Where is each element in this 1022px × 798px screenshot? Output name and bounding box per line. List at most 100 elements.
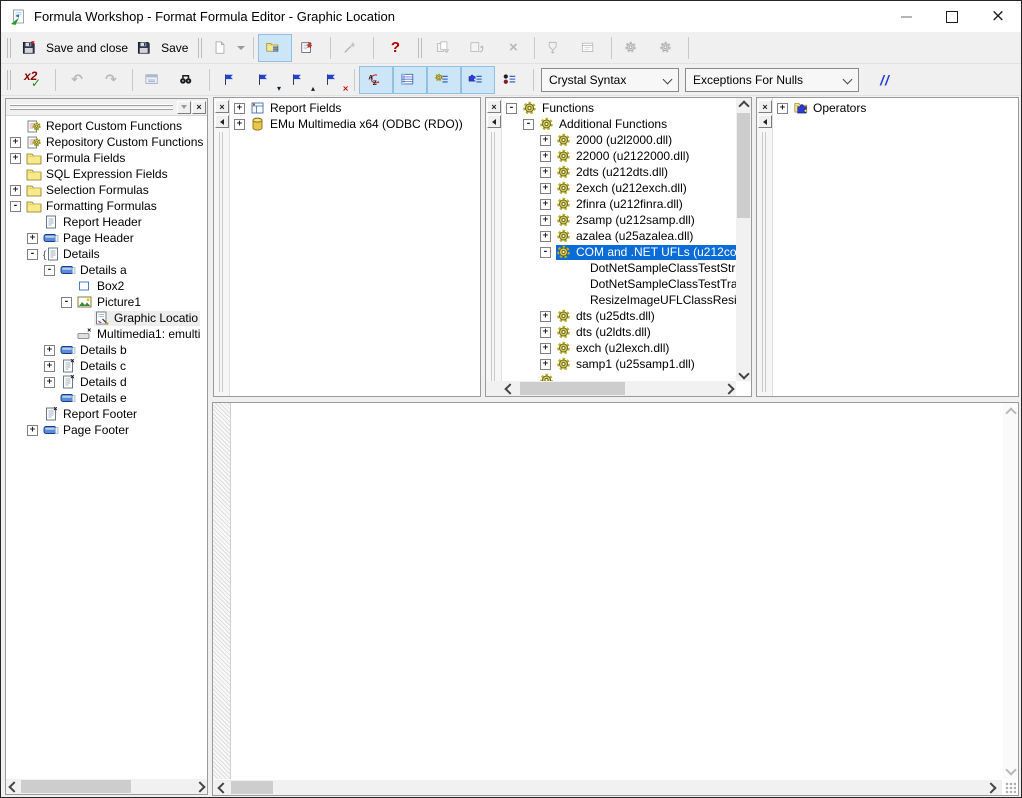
minimize-button[interactable] [883, 1, 929, 32]
expander-icon[interactable]: + [540, 151, 551, 162]
panel-close-button[interactable]: × [487, 100, 501, 113]
custom-function-button-2[interactable] [650, 34, 684, 62]
drag-grip[interactable] [219, 132, 223, 392]
workshop-tree-hscrollbar[interactable] [6, 779, 207, 794]
expander-icon[interactable]: + [540, 327, 551, 338]
scroll-left-arrow[interactable] [6, 779, 21, 794]
tree-row[interactable]: -Additional Functions [502, 116, 736, 132]
panel-collapse-button[interactable] [758, 115, 772, 128]
tree-row[interactable]: +Details c [6, 358, 207, 374]
tree-row-selected-inactive[interactable]: Graphic Locatio [6, 310, 207, 326]
rename-button[interactable] [462, 34, 496, 62]
null-handling-combo[interactable]: Exceptions For Nulls [685, 68, 859, 92]
tree-row[interactable]: -Details a [6, 262, 207, 278]
tree-row-clipped[interactable] [502, 372, 736, 381]
expander-icon[interactable]: + [540, 359, 551, 370]
tree-row[interactable]: Report Footer [6, 406, 207, 422]
sort-trees-button[interactable] [359, 66, 393, 94]
show-formula-button[interactable] [573, 34, 607, 62]
scroll-thumb[interactable] [737, 113, 750, 218]
tree-row[interactable]: +samp1 (u25samp1.dll) [502, 356, 736, 372]
expander-icon[interactable]: - [27, 249, 38, 260]
tree-row[interactable]: +2dts (u212dts.dll) [502, 164, 736, 180]
expander-icon[interactable]: + [540, 343, 551, 354]
functions-vscrollbar[interactable] [736, 98, 751, 381]
tree-row[interactable]: -Functions [502, 100, 736, 116]
scroll-thumb[interactable] [231, 781, 273, 794]
expander-icon[interactable]: + [44, 377, 55, 388]
new-formula-button[interactable] [208, 34, 249, 62]
tree-row[interactable]: +azalea (u25azalea.dll) [502, 228, 736, 244]
scroll-right-arrow[interactable] [721, 381, 736, 396]
tree-row[interactable]: SQL Expression Fields [6, 166, 207, 182]
panel-collapse-button[interactable] [487, 115, 501, 128]
scroll-up-arrow[interactable] [736, 98, 751, 113]
tree-row[interactable]: DotNetSampleClassTestStringL [502, 260, 736, 276]
scroll-right-arrow[interactable] [192, 779, 207, 794]
tree-row[interactable]: +Formula Fields [6, 150, 207, 166]
expander-icon[interactable]: + [234, 119, 245, 130]
add-to-repository-button[interactable] [539, 34, 573, 62]
find-button[interactable] [171, 66, 205, 94]
clear-bookmarks-button[interactable]: × [316, 66, 350, 94]
tree-row[interactable]: Report Custom Functions [6, 118, 207, 134]
tree-row[interactable]: +Details b [6, 342, 207, 358]
expander-icon[interactable]: + [540, 215, 551, 226]
expander-icon[interactable]: + [540, 199, 551, 210]
panel-close-button[interactable]: × [215, 100, 229, 113]
new-dropdown-arrow[interactable] [237, 46, 245, 50]
scroll-down-arrow[interactable] [1003, 762, 1018, 777]
tree-row[interactable]: Report Header [6, 214, 207, 230]
tree-row[interactable]: +Operators [773, 100, 1018, 116]
expander-icon[interactable]: - [506, 103, 517, 114]
tree-row[interactable]: +dts (u25dts.dll) [502, 308, 736, 324]
expander-icon[interactable]: + [234, 103, 245, 114]
expander-icon[interactable]: + [540, 167, 551, 178]
panel-collapse-button[interactable] [215, 115, 229, 128]
expander-icon[interactable]: + [10, 185, 21, 196]
tree-row[interactable]: +Report Fields [230, 100, 480, 116]
expander-icon[interactable]: + [777, 103, 788, 114]
scroll-thumb[interactable] [520, 382, 625, 395]
expander-icon[interactable]: - [61, 297, 72, 308]
next-bookmark-button[interactable]: ▾ [248, 66, 282, 94]
previous-bookmark-button[interactable]: ▴ [282, 66, 316, 94]
custom-function-button-1[interactable] [616, 34, 650, 62]
function-tree-toggle-button[interactable] [427, 66, 461, 94]
tree-row[interactable]: +2samp (u212samp.dll) [502, 212, 736, 228]
tree-row-selected[interactable]: -COM and .NET UFLs (u212com [502, 244, 736, 260]
expander-icon[interactable]: + [540, 135, 551, 146]
panel-menu-button[interactable] [177, 101, 191, 114]
panel-close-button[interactable]: × [758, 100, 772, 113]
syntax-combo[interactable]: Crystal Syntax [541, 68, 679, 92]
panel-close-button[interactable]: × [192, 101, 206, 114]
tree-row[interactable]: -Details [6, 246, 207, 262]
tree-row[interactable]: +2000 (u2l2000.dll) [502, 132, 736, 148]
browse-data-button[interactable] [137, 66, 171, 94]
tree-row[interactable]: Details e [6, 390, 207, 406]
expander-icon[interactable]: + [540, 231, 551, 242]
expander-icon[interactable]: - [523, 119, 534, 130]
expander-icon[interactable]: - [44, 265, 55, 276]
expander-icon[interactable]: + [10, 137, 21, 148]
save-and-close-button[interactable]: Save and close [17, 34, 132, 62]
redo-button[interactable]: ↷ [94, 66, 128, 94]
operator-tree-toggle-button[interactable] [461, 66, 495, 94]
tree-row[interactable]: +Details d [6, 374, 207, 390]
save-button[interactable]: Save [132, 34, 192, 62]
expander-icon[interactable]: + [44, 361, 55, 372]
editor-hscrollbar[interactable] [213, 780, 1002, 795]
tree-row[interactable]: +22000 (u2122000.dll) [502, 148, 736, 164]
close-button[interactable]: × [975, 1, 1021, 32]
tree-row[interactable]: +2finra (u212finra.dll) [502, 196, 736, 212]
scroll-thumb[interactable] [21, 780, 131, 793]
field-tree-toggle-button[interactable] [393, 66, 427, 94]
drag-grip[interactable] [491, 132, 495, 392]
expander-icon[interactable]: - [540, 247, 551, 258]
tree-row[interactable]: ResizeImageUFLClassResizeIm [502, 292, 736, 308]
expander-icon[interactable]: + [27, 233, 38, 244]
tree-row[interactable]: +Page Header [6, 230, 207, 246]
expander-icon[interactable]: - [10, 201, 21, 212]
bookmark-toggle-button[interactable] [214, 66, 248, 94]
expander-icon[interactable]: + [10, 153, 21, 164]
